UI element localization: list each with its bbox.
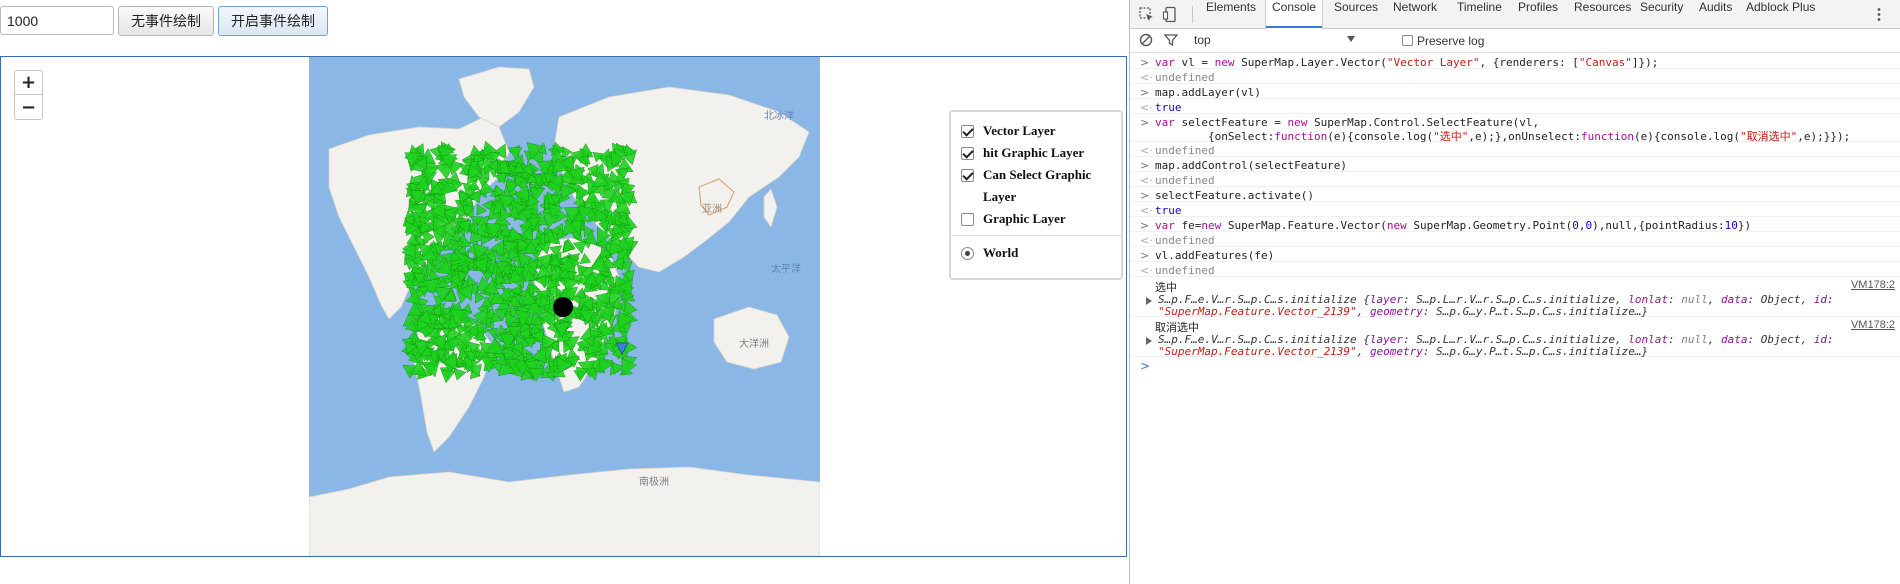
demo-page: 无事件绘制 开启事件绘制 北冰洋 亚洲 北美 <box>0 0 1129 584</box>
console-result-line: <· undefined <box>1130 172 1900 187</box>
input-prompt-icon: > <box>1140 56 1150 69</box>
console-result-line: <· true <box>1130 202 1900 217</box>
preserve-log-toggle[interactable]: Preserve log <box>1402 34 1484 48</box>
tab-elements[interactable]: Elements <box>1200 0 1262 28</box>
console-result-line: <· undefined <box>1130 232 1900 247</box>
console-input-line: > selectFeature.activate() <box>1130 187 1900 202</box>
input-prompt-icon: > <box>1140 219 1150 232</box>
layer-toggle-vector[interactable]: Vector Layer <box>957 120 1115 142</box>
vector-point-feature[interactable] <box>553 297 573 317</box>
layer-separator <box>951 235 1121 236</box>
console-result-line: <· true <box>1130 99 1900 114</box>
antarctica-land <box>309 466 820 556</box>
context-value: top <box>1194 33 1211 47</box>
radio-world[interactable] <box>961 247 974 260</box>
console-messages[interactable]: > var vl = new SuperMap.Layer.Vector("Ve… <box>1130 54 1900 584</box>
console-prompt-caret[interactable]: > <box>1140 359 1150 373</box>
zoom-in-button[interactable]: + <box>14 70 43 95</box>
draw-without-events-button[interactable]: 无事件绘制 <box>118 6 214 36</box>
tab-console[interactable]: Console <box>1265 0 1324 29</box>
checkbox-hit-graphic-layer[interactable] <box>961 147 974 160</box>
australia-land <box>713 306 790 370</box>
input-prompt-icon: > <box>1140 116 1150 129</box>
layer-toggle-hit-graphic[interactable]: hit Graphic Layer <box>957 142 1115 164</box>
device-mode-icon[interactable] <box>1162 6 1179 23</box>
devtools-panel: Elements Console Sources Network Timelin… <box>1129 0 1900 584</box>
layer-label: hit Graphic Layer <box>983 145 1085 160</box>
label-pacific: 太平洋 <box>771 262 801 275</box>
execution-context-select[interactable]: top <box>1194 33 1355 49</box>
layer-label: Can Select Graphic Layer <box>983 167 1092 204</box>
console-log-entry[interactable]: 取消选中 VM178:2 S…p.F…e.V…r.S…p.C…s.initial… <box>1130 317 1900 358</box>
input-prompt-icon: > <box>1140 189 1150 202</box>
checkbox-graphic-layer[interactable] <box>961 213 974 226</box>
tab-adblock-plus[interactable]: Adblock Plus <box>1740 0 1821 28</box>
map-tiles[interactable]: 北冰洋 亚洲 北美 太平洋 大洋洲 南极洲 <box>309 57 820 556</box>
input-prompt-icon: > <box>1140 86 1150 99</box>
tab-resources[interactable]: Resources <box>1568 0 1637 28</box>
result-prompt-icon: <· <box>1140 71 1153 84</box>
dropdown-arrow-icon <box>1347 36 1355 42</box>
console-result-line: <· undefined <box>1130 262 1900 277</box>
filter-icon[interactable] <box>1163 32 1179 48</box>
label-antarctica: 南极洲 <box>639 475 669 488</box>
devtools-tab-bar: Elements Console Sources Network Timelin… <box>1130 0 1900 29</box>
input-prompt-icon: > <box>1140 159 1150 172</box>
tab-audits[interactable]: Audits <box>1693 0 1738 28</box>
console-input-line: > vl.addFeatures(fe) <box>1130 247 1900 262</box>
more-options-icon[interactable] <box>1873 6 1885 23</box>
tab-security[interactable]: Security <box>1634 0 1689 28</box>
console-result-line: <· undefined <box>1130 69 1900 84</box>
clear-console-icon[interactable] <box>1138 32 1154 48</box>
baselayer-world[interactable]: World <box>957 242 1115 264</box>
expand-triangle-icon[interactable] <box>1146 337 1152 345</box>
console-toolbar: top Preserve log <box>1130 29 1900 53</box>
expand-triangle-icon[interactable] <box>1146 297 1152 305</box>
tab-profiles[interactable]: Profiles <box>1512 0 1564 28</box>
layer-toggle-can-select-graphic[interactable]: Can Select Graphic Layer <box>957 164 1115 208</box>
log-source-link[interactable]: VM178:2 <box>1851 319 1895 331</box>
result-prompt-icon: <· <box>1140 264 1153 277</box>
tab-sources[interactable]: Sources <box>1328 0 1384 28</box>
console-input-line: > var vl = new SuperMap.Layer.Vector("Ve… <box>1130 54 1900 69</box>
console-log-entry[interactable]: 选中 VM178:2 S…p.F…e.V…r.S…p.C…s.initializ… <box>1130 277 1900 318</box>
preserve-log-checkbox[interactable] <box>1402 35 1413 46</box>
draw-with-events-button[interactable]: 开启事件绘制 <box>218 6 328 36</box>
layer-label: Vector Layer <box>983 123 1056 138</box>
console-input-line: > map.addControl(selectFeature) <box>1130 157 1900 172</box>
console-input-line: > var selectFeature = new SuperMap.Contr… <box>1130 114 1900 143</box>
layer-switcher-panel: Vector Layer hit Graphic Layer Can Selec… <box>949 110 1123 280</box>
tab-network[interactable]: Network <box>1387 0 1443 28</box>
log-source-link[interactable]: VM178:2 <box>1851 279 1895 291</box>
base-layer-label: World <box>983 245 1019 260</box>
label-arctic: 北冰洋 <box>764 109 794 122</box>
tab-timeline[interactable]: Timeline <box>1451 0 1508 28</box>
result-prompt-icon: <· <box>1140 204 1153 217</box>
input-prompt-icon: > <box>1140 249 1150 262</box>
toolbar-divider <box>1192 6 1193 23</box>
layer-label: Graphic Layer <box>983 211 1066 226</box>
console-input-line: > var fe=new SuperMap.Feature.Vector(new… <box>1130 217 1900 232</box>
feature-count-input[interactable] <box>0 6 114 35</box>
console-result-line: <· undefined <box>1130 142 1900 157</box>
result-prompt-icon: <· <box>1140 144 1153 157</box>
zoom-out-button[interactable]: − <box>14 95 43 120</box>
result-prompt-icon: <· <box>1140 234 1153 247</box>
console-input-line: > map.addLayer(vl) <box>1130 84 1900 99</box>
map-viewport[interactable]: 北冰洋 亚洲 北美 太平洋 大洋洲 南极洲 + − Vector Layer h… <box>0 56 1127 557</box>
inspect-element-icon[interactable] <box>1138 6 1155 23</box>
checkbox-vector-layer[interactable] <box>961 125 974 138</box>
preserve-log-label: Preserve log <box>1417 34 1485 48</box>
label-asia: 亚洲 <box>702 203 722 215</box>
checkbox-can-select-graphic-layer[interactable] <box>961 169 974 182</box>
result-prompt-icon: <· <box>1140 101 1153 114</box>
label-oceania: 大洋洲 <box>739 337 769 350</box>
result-prompt-icon: <· <box>1140 174 1153 187</box>
layer-toggle-graphic[interactable]: Graphic Layer <box>957 208 1115 230</box>
